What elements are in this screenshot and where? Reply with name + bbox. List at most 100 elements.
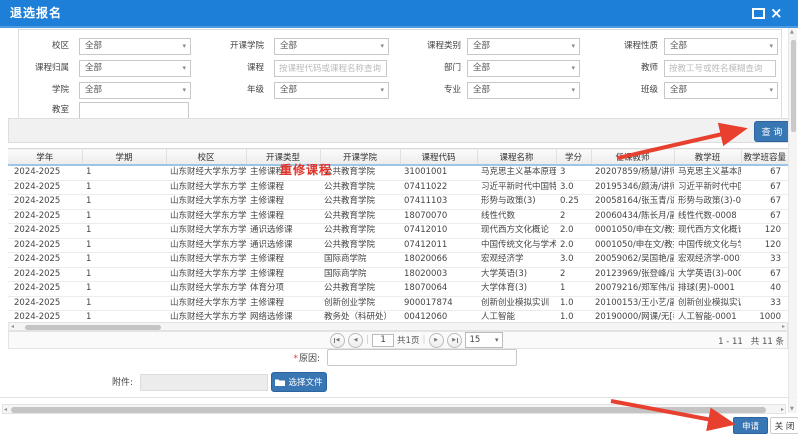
- total-pages-label: 共1页: [397, 334, 419, 346]
- scroll-up-icon[interactable]: ▲: [790, 28, 794, 36]
- column-header[interactable]: 课程名称: [477, 149, 556, 166]
- table-cell: 山东财经大学东方学院: [166, 209, 246, 224]
- close-icon[interactable]: ×: [770, 3, 783, 23]
- table-cell: 20100153/王小艺/副教授: [591, 296, 674, 311]
- table-cell: 18070070: [400, 209, 477, 224]
- next-page-button[interactable]: ▶: [429, 333, 444, 348]
- total-count-label: 共 11 条: [751, 337, 784, 347]
- page-size-select[interactable]: 15▾: [465, 332, 503, 348]
- bottom-horizontal-scrollbar[interactable]: ◂ ▸: [2, 404, 786, 414]
- course-attribution-label: 课程归属: [19, 60, 69, 77]
- vscroll-thumb[interactable]: [791, 40, 796, 132]
- column-header[interactable]: 校区: [166, 149, 246, 166]
- table-row[interactable]: 2024-20251山东财经大学东方学院主修课程公共教育学院31001001马克…: [8, 165, 788, 180]
- table-cell: 国际商学院: [320, 267, 400, 282]
- table-cell: 0001050/申在文/教授[公: [591, 224, 674, 239]
- table-row[interactable]: 2024-20251山东财经大学东方学院主修课程国际商学院18020003大学英…: [8, 267, 788, 282]
- footer-divider: [0, 397, 798, 398]
- table-cell: 1: [82, 238, 166, 253]
- course-category-label: 课程类别: [391, 38, 461, 55]
- pagination-summary: 1 - 11共 11 条: [710, 335, 784, 347]
- withdraw-dialog: { "window": { "title": "退选报名" }, "filter…: [0, 0, 798, 433]
- column-header[interactable]: 学期: [82, 149, 166, 166]
- teacher-input[interactable]: [664, 60, 776, 77]
- last-page-button[interactable]: ▶: [447, 333, 462, 348]
- grade-select[interactable]: 全部▾: [274, 82, 389, 99]
- column-header[interactable]: 教学班: [674, 149, 741, 166]
- query-button[interactable]: 查 询: [754, 121, 790, 142]
- classroom-input[interactable]: [79, 102, 189, 119]
- table-cell: 2024-2025: [8, 267, 82, 282]
- bottom-hscroll-thumb[interactable]: [11, 407, 766, 413]
- table-cell: 大学英语(3): [477, 267, 556, 282]
- table-cell: 20060434/陈长月/副教授: [591, 209, 674, 224]
- table-row[interactable]: 2024-20251山东财经大学东方学院体育分项公共教育学院18070064大学…: [8, 282, 788, 297]
- department-select[interactable]: 全部▾: [467, 60, 580, 77]
- column-header[interactable]: 学分: [556, 149, 591, 166]
- grade-label: 年级: [196, 82, 264, 99]
- column-header[interactable]: 教学班容量: [741, 149, 788, 166]
- scroll-right-icon[interactable]: ▸: [782, 323, 785, 331]
- table-cell: 2: [556, 209, 591, 224]
- prev-page-button[interactable]: ◀: [348, 333, 363, 348]
- dialog-title: 退选报名: [10, 0, 62, 26]
- class-select[interactable]: 全部▾: [664, 82, 778, 99]
- table-row[interactable]: 2024-20251山东财经大学东方学院主修课程创新创业学院900017874创…: [8, 296, 788, 311]
- scroll-right-icon[interactable]: ▸: [781, 406, 784, 414]
- table-cell: 900017874: [400, 296, 477, 311]
- chevron-down-icon: ▾: [380, 83, 384, 98]
- course-attribution-select[interactable]: 全部▾: [79, 60, 191, 77]
- apply-button[interactable]: 申请: [733, 417, 768, 434]
- vertical-scrollbar[interactable]: ▲ ▼: [788, 28, 797, 413]
- table-cell: 07411103: [400, 195, 477, 210]
- table-row[interactable]: 2024-20251山东财经大学东方学院主修课程国际商学院18020066宏观经…: [8, 253, 788, 268]
- table-cell: 67: [741, 180, 788, 195]
- required-mark: *: [293, 354, 298, 364]
- table-row[interactable]: 2024-20251山东财经大学东方学院主修课程公共教育学院07411022习近…: [8, 180, 788, 195]
- table-header-row: 学年学期校区开课类型开课学院课程代码课程名称学分任课教师教学班教学班容量: [8, 149, 788, 166]
- column-header[interactable]: 学年: [8, 149, 82, 166]
- table-cell: 18020003: [400, 267, 477, 282]
- table-cell: 1: [82, 296, 166, 311]
- close-button[interactable]: 关 闭: [770, 417, 798, 434]
- table-cell: 120: [741, 238, 788, 253]
- table-cell: 中国传统文化与学术发展: [477, 238, 556, 253]
- college-select[interactable]: 全部▾: [79, 82, 191, 99]
- table-horizontal-scrollbar[interactable]: ◂ ▸: [8, 322, 788, 331]
- table-cell: 2.0: [556, 238, 591, 253]
- course-category-select[interactable]: 全部▾: [467, 38, 580, 55]
- scroll-down-icon[interactable]: ▼: [790, 405, 794, 413]
- pagination-controls: ◀ ◀ | 共1页 | ▶ ▶ 15▾: [330, 333, 503, 347]
- table-row[interactable]: 2024-20251山东财经大学东方学院主修课程公共教育学院18070070线性…: [8, 209, 788, 224]
- table-cell: 宏观经济学: [477, 253, 556, 268]
- course-nature-label: 课程性质: [588, 38, 658, 55]
- table-cell: 国际商学院: [320, 253, 400, 268]
- reason-input[interactable]: [327, 349, 517, 366]
- table-cell: 排球(男)-0001: [674, 282, 741, 297]
- column-header[interactable]: 课程代码: [400, 149, 477, 166]
- page-number-input[interactable]: [372, 334, 394, 347]
- column-header[interactable]: 任课教师: [591, 149, 674, 166]
- course-nature-select[interactable]: 全部▾: [664, 38, 778, 55]
- table-cell: 31001001: [400, 165, 477, 180]
- table-row[interactable]: 2024-20251山东财经大学东方学院通识选修课公共教育学院07412011中…: [8, 238, 788, 253]
- chevron-down-icon: ▾: [769, 39, 773, 54]
- table-row[interactable]: 2024-20251山东财经大学东方学院主修课程公共教育学院07411103形势…: [8, 195, 788, 210]
- table-cell: 创新创业学院: [320, 296, 400, 311]
- table-row[interactable]: 2024-20251山东财经大学东方学院通识选修课公共教育学院07412010现…: [8, 224, 788, 239]
- chevron-down-icon: ▾: [571, 83, 575, 98]
- department-label: 部门: [391, 60, 461, 77]
- maximize-icon[interactable]: [752, 8, 765, 19]
- offering-college-select[interactable]: 全部▾: [274, 38, 389, 55]
- course-input[interactable]: [274, 60, 387, 77]
- table-cell: 创新创业模拟实训-0023: [674, 296, 741, 311]
- table-hscroll-thumb[interactable]: [25, 325, 161, 330]
- scroll-left-icon[interactable]: ◂: [4, 406, 7, 414]
- campus-select[interactable]: 全部▾: [79, 38, 191, 55]
- major-select[interactable]: 全部▾: [467, 82, 580, 99]
- first-page-button[interactable]: ◀: [330, 333, 345, 348]
- attachment-filename-field[interactable]: [140, 374, 268, 391]
- choose-file-button[interactable]: 选择文件: [271, 372, 327, 392]
- table-cell: 0001050/申在文/教授[公: [591, 238, 674, 253]
- scroll-left-icon[interactable]: ◂: [11, 323, 14, 331]
